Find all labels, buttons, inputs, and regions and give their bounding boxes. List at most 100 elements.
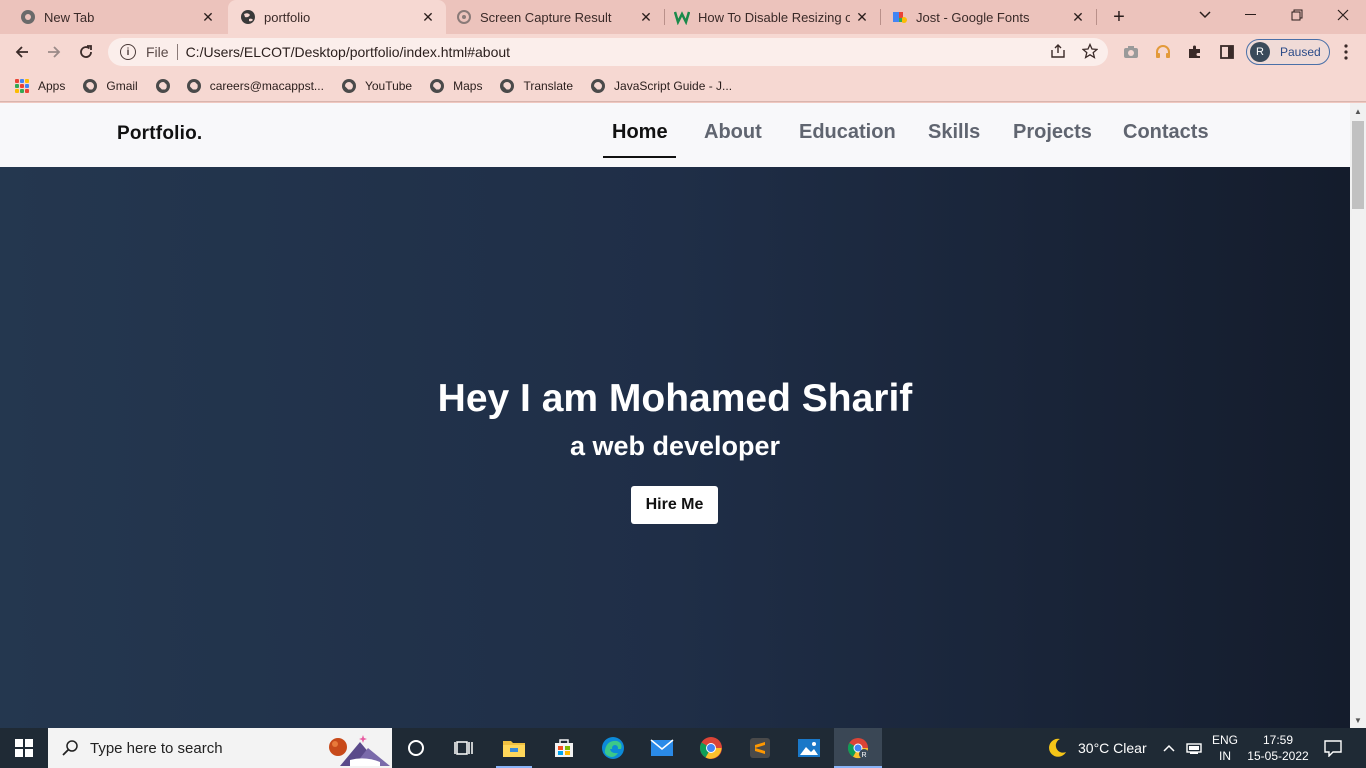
browser-toolbar: i File C:/Users/ELCOT/Desktop/portfolio/… — [0, 34, 1366, 70]
taskbar-search-box[interactable]: Type here to search — [48, 728, 392, 768]
bookmark-careers[interactable]: careers@macappst... — [186, 78, 324, 93]
hero-section: Hey I am Mohamed Sharif a web developer … — [0, 167, 1350, 728]
back-button[interactable] — [8, 38, 36, 66]
close-tab-icon[interactable]: ✕ — [634, 5, 658, 29]
clock[interactable]: 17:59 15-05-2022 — [1246, 732, 1310, 764]
tab-jost-google-fonts[interactable]: Jost - Google Fonts ✕ — [880, 0, 1096, 34]
forward-arrow-icon — [48, 46, 61, 58]
camera-extension-icon[interactable] — [1119, 40, 1143, 64]
bookmark-label: Maps — [453, 78, 483, 93]
nav-education[interactable]: Education — [799, 121, 896, 144]
nav-contacts[interactable]: Contacts — [1123, 121, 1209, 144]
bookmark-label: careers@macappst... — [209, 78, 324, 93]
network-icon[interactable] — [1185, 728, 1203, 768]
hero-title: Hey I am Mohamed Sharif — [437, 377, 913, 420]
tab-title: Jost - Google Fonts — [916, 9, 1030, 25]
notification-center-icon[interactable] — [1324, 728, 1342, 768]
bookmark-star-icon[interactable] — [1080, 41, 1100, 61]
omnibox-divider — [176, 44, 178, 60]
task-view-icon[interactable] — [440, 728, 488, 768]
w-logo-icon — [674, 9, 690, 25]
bookmark-label: YouTube — [364, 78, 413, 93]
tab-screen-capture[interactable]: Screen Capture Result ✕ — [446, 0, 664, 34]
nav-active-underline — [603, 156, 676, 158]
reload-icon — [80, 45, 92, 58]
windows-taskbar: Type here to search R 30°C Clear ENG IN … — [0, 728, 1366, 768]
profile-status: Paused — [1280, 45, 1321, 59]
back-arrow-icon — [15, 46, 28, 58]
bookmark-apps[interactable]: Apps — [0, 78, 66, 93]
weather-widget[interactable]: 30°C Clear — [1046, 728, 1147, 768]
clock-date: 15-05-2022 — [1247, 749, 1309, 763]
nav-home[interactable]: Home — [612, 121, 668, 144]
tab-portfolio[interactable]: portfolio ✕ — [228, 0, 446, 34]
address-bar[interactable]: i File C:/Users/ELCOT/Desktop/portfolio/… — [108, 38, 1108, 66]
tab-title: portfolio — [264, 9, 311, 25]
input-language-indicator[interactable]: ENG IN — [1210, 732, 1240, 764]
bookmark-translate[interactable]: Translate — [500, 78, 573, 93]
extensions-puzzle-icon[interactable] — [1183, 40, 1207, 64]
url-text[interactable]: C:/Users/ELCOT/Desktop/portfolio/index.h… — [186, 44, 510, 60]
tab-how-to-disable[interactable]: How To Disable Resizing of T ✕ — [664, 0, 880, 34]
moon-icon — [1049, 738, 1066, 757]
tab-new-tab[interactable]: New Tab ✕ — [0, 0, 226, 34]
close-window-button[interactable] — [1320, 0, 1366, 30]
close-tab-icon[interactable]: ✕ — [850, 5, 874, 29]
scrollbar-thumb[interactable] — [1352, 121, 1364, 209]
windows-start-icon[interactable] — [0, 728, 48, 768]
globe-icon — [240, 9, 256, 25]
share-icon[interactable] — [1048, 41, 1068, 61]
nav-projects[interactable]: Projects — [1013, 121, 1092, 144]
hire-me-button[interactable]: Hire Me — [631, 486, 718, 524]
file-scheme-chip: File — [146, 44, 169, 60]
side-panel-icon[interactable] — [1215, 40, 1239, 64]
page-viewport: Portfolio. Home About Education Skills P… — [0, 103, 1350, 728]
reload-button[interactable] — [72, 38, 100, 66]
photos-icon[interactable] — [785, 728, 833, 768]
lang-line2: IN — [1219, 749, 1231, 763]
scroll-down-arrow-icon[interactable]: ▼ — [1350, 712, 1366, 728]
bookmark-maps[interactable]: Maps — [430, 78, 483, 93]
weather-text: 30°C Clear — [1078, 740, 1147, 756]
forward-button[interactable] — [40, 38, 68, 66]
bookmark-untitled[interactable] — [155, 78, 179, 93]
sublime-text-icon[interactable] — [736, 728, 784, 768]
chrome-icon — [20, 9, 36, 25]
edge-browser-icon[interactable] — [589, 728, 637, 768]
bookmark-javascript-guide[interactable]: JavaScript Guide - J... — [591, 78, 732, 93]
site-header: Portfolio. Home About Education Skills P… — [0, 103, 1350, 167]
restore-button[interactable] — [1274, 0, 1320, 30]
site-logo[interactable]: Portfolio. — [117, 123, 202, 145]
bookmark-label: Apps — [38, 78, 66, 93]
lang-line1: ENG — [1211, 733, 1238, 747]
microsoft-store-icon[interactable] — [540, 728, 588, 768]
scroll-up-arrow-icon[interactable]: ▲ — [1350, 103, 1366, 119]
new-tab-button[interactable]: + — [1106, 5, 1132, 29]
search-highlight-illustration-icon — [329, 735, 390, 766]
close-tab-icon[interactable]: ✕ — [416, 5, 440, 29]
minimize-button[interactable] — [1228, 0, 1274, 30]
bookmark-youtube[interactable]: YouTube — [341, 78, 413, 93]
tab-title: How To Disable Resizing of T — [698, 9, 850, 25]
globe-icon — [500, 78, 515, 93]
file-explorer-icon[interactable] — [490, 728, 538, 768]
profile-button[interactable]: R Paused — [1246, 39, 1330, 65]
cortana-icon[interactable] — [392, 728, 440, 768]
chrome-taskbar-icon[interactable] — [687, 728, 735, 768]
headphones-extension-icon[interactable] — [1151, 40, 1175, 64]
close-tab-icon[interactable]: ✕ — [196, 5, 220, 29]
globe-icon — [591, 78, 606, 93]
tab-search-chevron-icon[interactable] — [1182, 0, 1228, 30]
nav-about[interactable]: About — [704, 121, 762, 144]
nav-skills[interactable]: Skills — [928, 121, 980, 144]
chrome-profile-taskbar-icon[interactable]: R — [834, 728, 882, 768]
show-hidden-icons-chevron-icon[interactable] — [1163, 728, 1175, 768]
hero-subtitle: a web developer — [569, 431, 781, 461]
site-info-icon[interactable]: i — [120, 44, 136, 60]
close-tab-icon[interactable]: ✕ — [1066, 5, 1090, 29]
mail-icon[interactable] — [638, 728, 686, 768]
page-scrollbar[interactable]: ▲ ▼ — [1350, 103, 1366, 728]
tab-title: New Tab — [44, 9, 95, 25]
more-menu-icon[interactable] — [1334, 40, 1358, 64]
bookmark-gmail[interactable]: Gmail — [83, 78, 138, 93]
